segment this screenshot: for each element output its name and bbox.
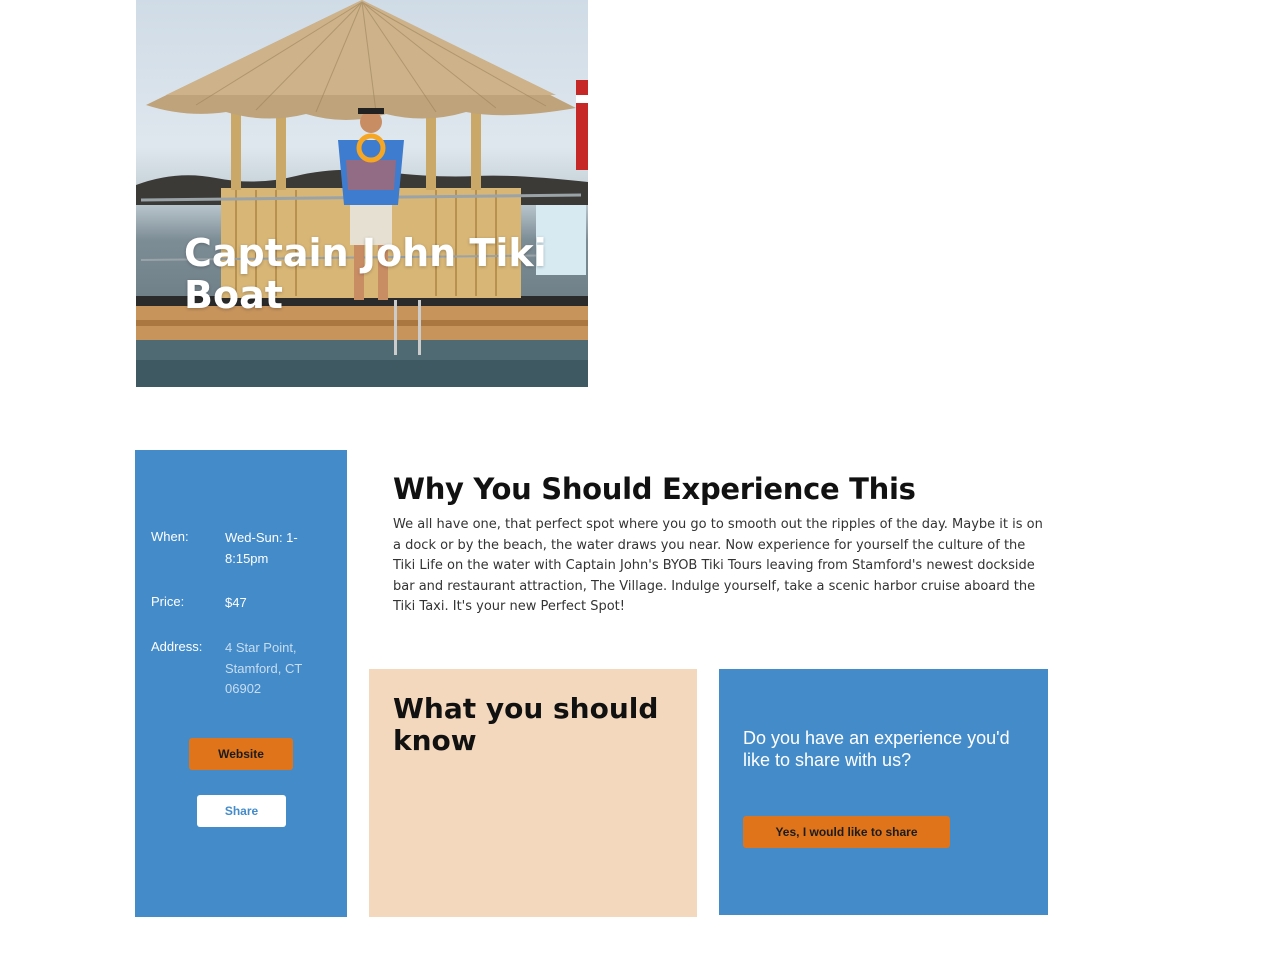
website-button[interactable]: Website — [189, 738, 293, 770]
share-experience-card: Do you have an experience you'd like to … — [719, 669, 1048, 915]
address-link[interactable]: 4 Star Point, Stamford, CT 06902 — [225, 638, 325, 700]
when-label: When: — [151, 529, 189, 544]
when-value: Wed-Sun: 1-8:15pm — [225, 530, 298, 566]
address-label: Address: — [151, 639, 203, 654]
why-heading: Why You Should Experience This — [393, 472, 916, 506]
what-to-know-heading: What you should know — [393, 692, 659, 757]
share-button[interactable]: Share — [197, 795, 286, 827]
hero-image: Captain John Tiki Boat — [136, 0, 588, 387]
price-value: $47 — [225, 595, 247, 610]
what-to-know-card: What you should know — [369, 669, 697, 917]
details-title: The Details — [147, 922, 329, 956]
price-label: Price: — [151, 594, 185, 609]
share-question: Do you have an experience you'd like to … — [743, 728, 1010, 770]
why-description: We all have one, that perfect spot where… — [393, 517, 1043, 615]
yes-share-button[interactable]: Yes, I would like to share — [743, 816, 950, 848]
details-panel: The Details When: Wed-Sun: 1-8:15pm Pric… — [135, 450, 347, 956]
page-title: Captain John Tiki Boat — [184, 231, 547, 317]
tiki-boat-illustration — [136, 0, 588, 387]
